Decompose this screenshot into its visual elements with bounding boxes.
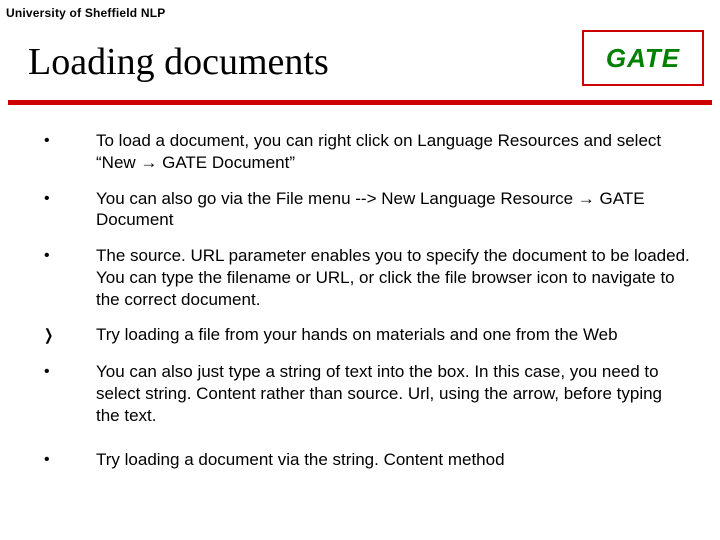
gate-logo-text: GATE xyxy=(606,43,680,74)
org-label: University of Sheffield NLP xyxy=(6,6,165,20)
list-item: ❯ Try loading a file from your hands on … xyxy=(44,324,690,347)
list-item-text: You can also go via the File menu --> Ne… xyxy=(96,188,690,232)
chevron-right-icon: ❯ xyxy=(44,324,96,347)
list-item-text: Try loading a document via the string. C… xyxy=(96,449,690,471)
list-item: • You can also go via the File menu --> … xyxy=(44,188,690,232)
bullet-dot-icon: • xyxy=(44,449,96,471)
bullet-dot-icon: • xyxy=(44,130,96,174)
list-item-text: To load a document, you can right click … xyxy=(96,130,690,174)
list-item: • You can also just type a string of tex… xyxy=(44,361,690,426)
slide-title: Loading documents xyxy=(28,40,329,84)
list-item-text: You can also just type a string of text … xyxy=(96,361,690,426)
bullet-list: • To load a document, you can right clic… xyxy=(44,130,690,484)
list-item: • Try loading a document via the string.… xyxy=(44,449,690,471)
bullet-dot-icon: • xyxy=(44,361,96,426)
bullet-dot-icon: • xyxy=(44,245,96,310)
list-item-text: The source. URL parameter enables you to… xyxy=(96,245,690,310)
list-item: • The source. URL parameter enables you … xyxy=(44,245,690,310)
bullet-dot-icon: • xyxy=(44,188,96,232)
gate-logo: GATE xyxy=(582,30,704,86)
horizontal-rule xyxy=(8,100,712,105)
list-item-text: Try loading a file from your hands on ma… xyxy=(96,324,690,347)
list-item: • To load a document, you can right clic… xyxy=(44,130,690,174)
slide: University of Sheffield NLP Loading docu… xyxy=(0,0,720,540)
